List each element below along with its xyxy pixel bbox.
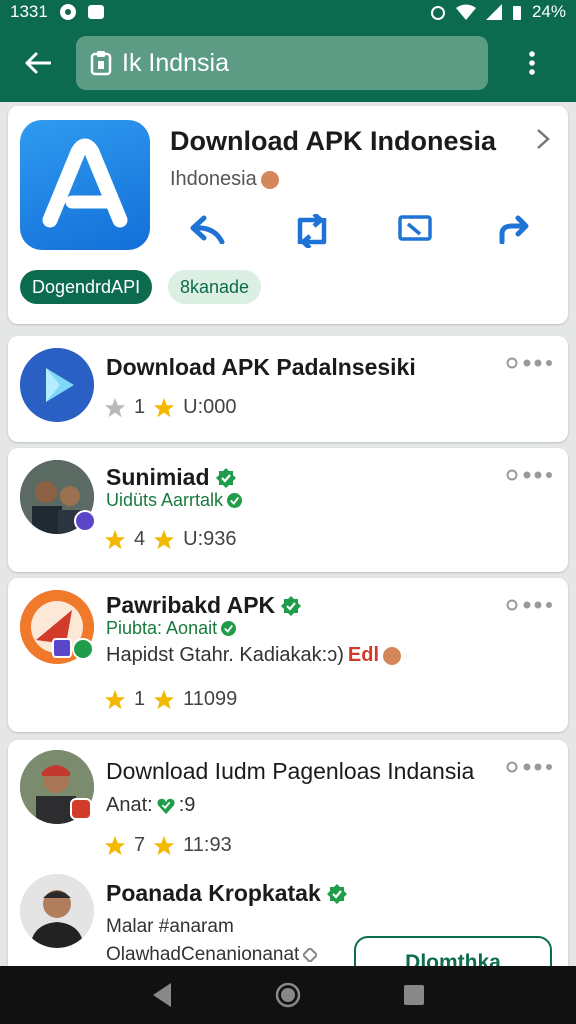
play-store-icon <box>20 348 94 422</box>
rating-row: 1 U:000 <box>104 396 237 419</box>
star-icon <box>104 835 126 855</box>
star-icon <box>154 689 175 709</box>
item-title: Pawribakd APK <box>106 592 302 619</box>
star-icon <box>154 835 175 855</box>
rating-row: 1 11099 <box>104 688 237 711</box>
search-input[interactable]: Ik Indnsia <box>76 36 488 90</box>
action-row <box>190 214 530 248</box>
verified-small-icon <box>221 621 237 636</box>
app-publisher: Ihdonesia <box>170 168 279 191</box>
app-title: Download APK Indonesia <box>170 126 497 156</box>
star-icon <box>154 397 175 417</box>
battery-icon <box>512 6 521 20</box>
top-app-bar: Ik Indnsia <box>0 24 576 102</box>
verified-outline-icon <box>303 948 318 962</box>
more-horiz-icon[interactable] <box>506 598 552 612</box>
verified-icon <box>281 595 302 616</box>
back-button[interactable] <box>0 24 76 102</box>
list-item[interactable]: Pawribakd APK Piubta: Aonait Hapidst Gta… <box>8 578 568 732</box>
more-vert-icon <box>529 51 535 75</box>
system-nav-bar <box>0 966 576 1024</box>
star-icon <box>154 529 175 549</box>
item-subtitle: Uidüts Aarrtalk <box>106 490 243 511</box>
featured-app-card[interactable]: Download APK Indonesia Ihdonesia Dogendr… <box>8 106 568 324</box>
verified-icon <box>215 467 236 488</box>
verified-heart-icon <box>157 798 175 814</box>
avatar <box>20 874 94 948</box>
nav-back-icon[interactable] <box>151 982 173 1008</box>
chip-secondary[interactable]: 8kanade <box>168 270 262 304</box>
list-item[interactable]: Download Iudm Pagenloas Indansia Anat: :… <box>8 740 568 990</box>
app-badge-icon <box>52 638 72 658</box>
more-horiz-icon[interactable] <box>506 760 552 774</box>
rating-row: 7 11:93 <box>104 834 232 857</box>
item-subtitle: Anat: :9 <box>106 794 196 816</box>
nav-home-icon[interactable] <box>275 982 301 1008</box>
app-logo-icon <box>20 120 150 250</box>
search-value: Ik Indnsia <box>122 48 230 77</box>
status-bar: 1331 24% <box>0 0 576 24</box>
app-badge-icon <box>74 510 96 532</box>
star-icon <box>104 689 126 709</box>
clipboard-icon <box>90 51 112 76</box>
chevron-right-icon[interactable] <box>536 128 550 155</box>
alarm-icon <box>430 6 445 20</box>
coin-icon <box>383 646 402 665</box>
star-icon <box>104 529 126 549</box>
arrow-back-icon <box>25 52 51 74</box>
verified-badge-icon <box>72 638 94 660</box>
chip-download-apk[interactable]: DogendrdAPI <box>20 270 153 304</box>
item-title: Download Iudm Pagenloas Indansia <box>106 758 475 784</box>
battery-level: 24% <box>531 2 566 21</box>
coin-icon <box>260 170 279 189</box>
more-horiz-icon[interactable] <box>506 468 552 482</box>
message-icon <box>87 5 104 19</box>
rating-row: 4 U:936 <box>104 528 237 551</box>
item-title: Poanada Kropkatak <box>106 880 347 907</box>
app-badge-icon <box>70 798 92 820</box>
item-title: Download APK Padalnsesiki <box>106 354 416 380</box>
overflow-menu-button[interactable] <box>488 24 576 102</box>
star-outline-icon <box>104 397 126 417</box>
reply-icon[interactable] <box>190 214 226 244</box>
nav-recents-icon[interactable] <box>403 984 425 1006</box>
verified-icon <box>326 883 347 904</box>
item-line1: Malar #anaram <box>106 916 234 937</box>
item-line2: OlawhadCenanionanat <box>106 944 318 966</box>
signal-icon <box>485 4 502 20</box>
screen-share-icon[interactable] <box>398 214 432 244</box>
list-item[interactable]: Sunimiad Uidüts Aarrtalk 4 U:936 <box>8 448 568 572</box>
item-subtitle: Piubta: Aonait <box>106 618 237 639</box>
share-forward-icon[interactable] <box>498 214 530 244</box>
wifi-icon <box>455 4 476 20</box>
status-time: 1331 <box>10 2 48 21</box>
verified-small-icon <box>227 493 243 508</box>
notification-icon <box>59 4 76 20</box>
repost-icon[interactable] <box>292 214 332 248</box>
item-description: Hapidst Gtahr. Kadiakak:ɔ) Edl <box>106 644 402 667</box>
item-title: Sunimiad <box>106 464 236 491</box>
more-horiz-icon[interactable] <box>506 356 552 370</box>
list-item[interactable]: Download APK Padalnsesiki 1 U:000 <box>8 336 568 442</box>
